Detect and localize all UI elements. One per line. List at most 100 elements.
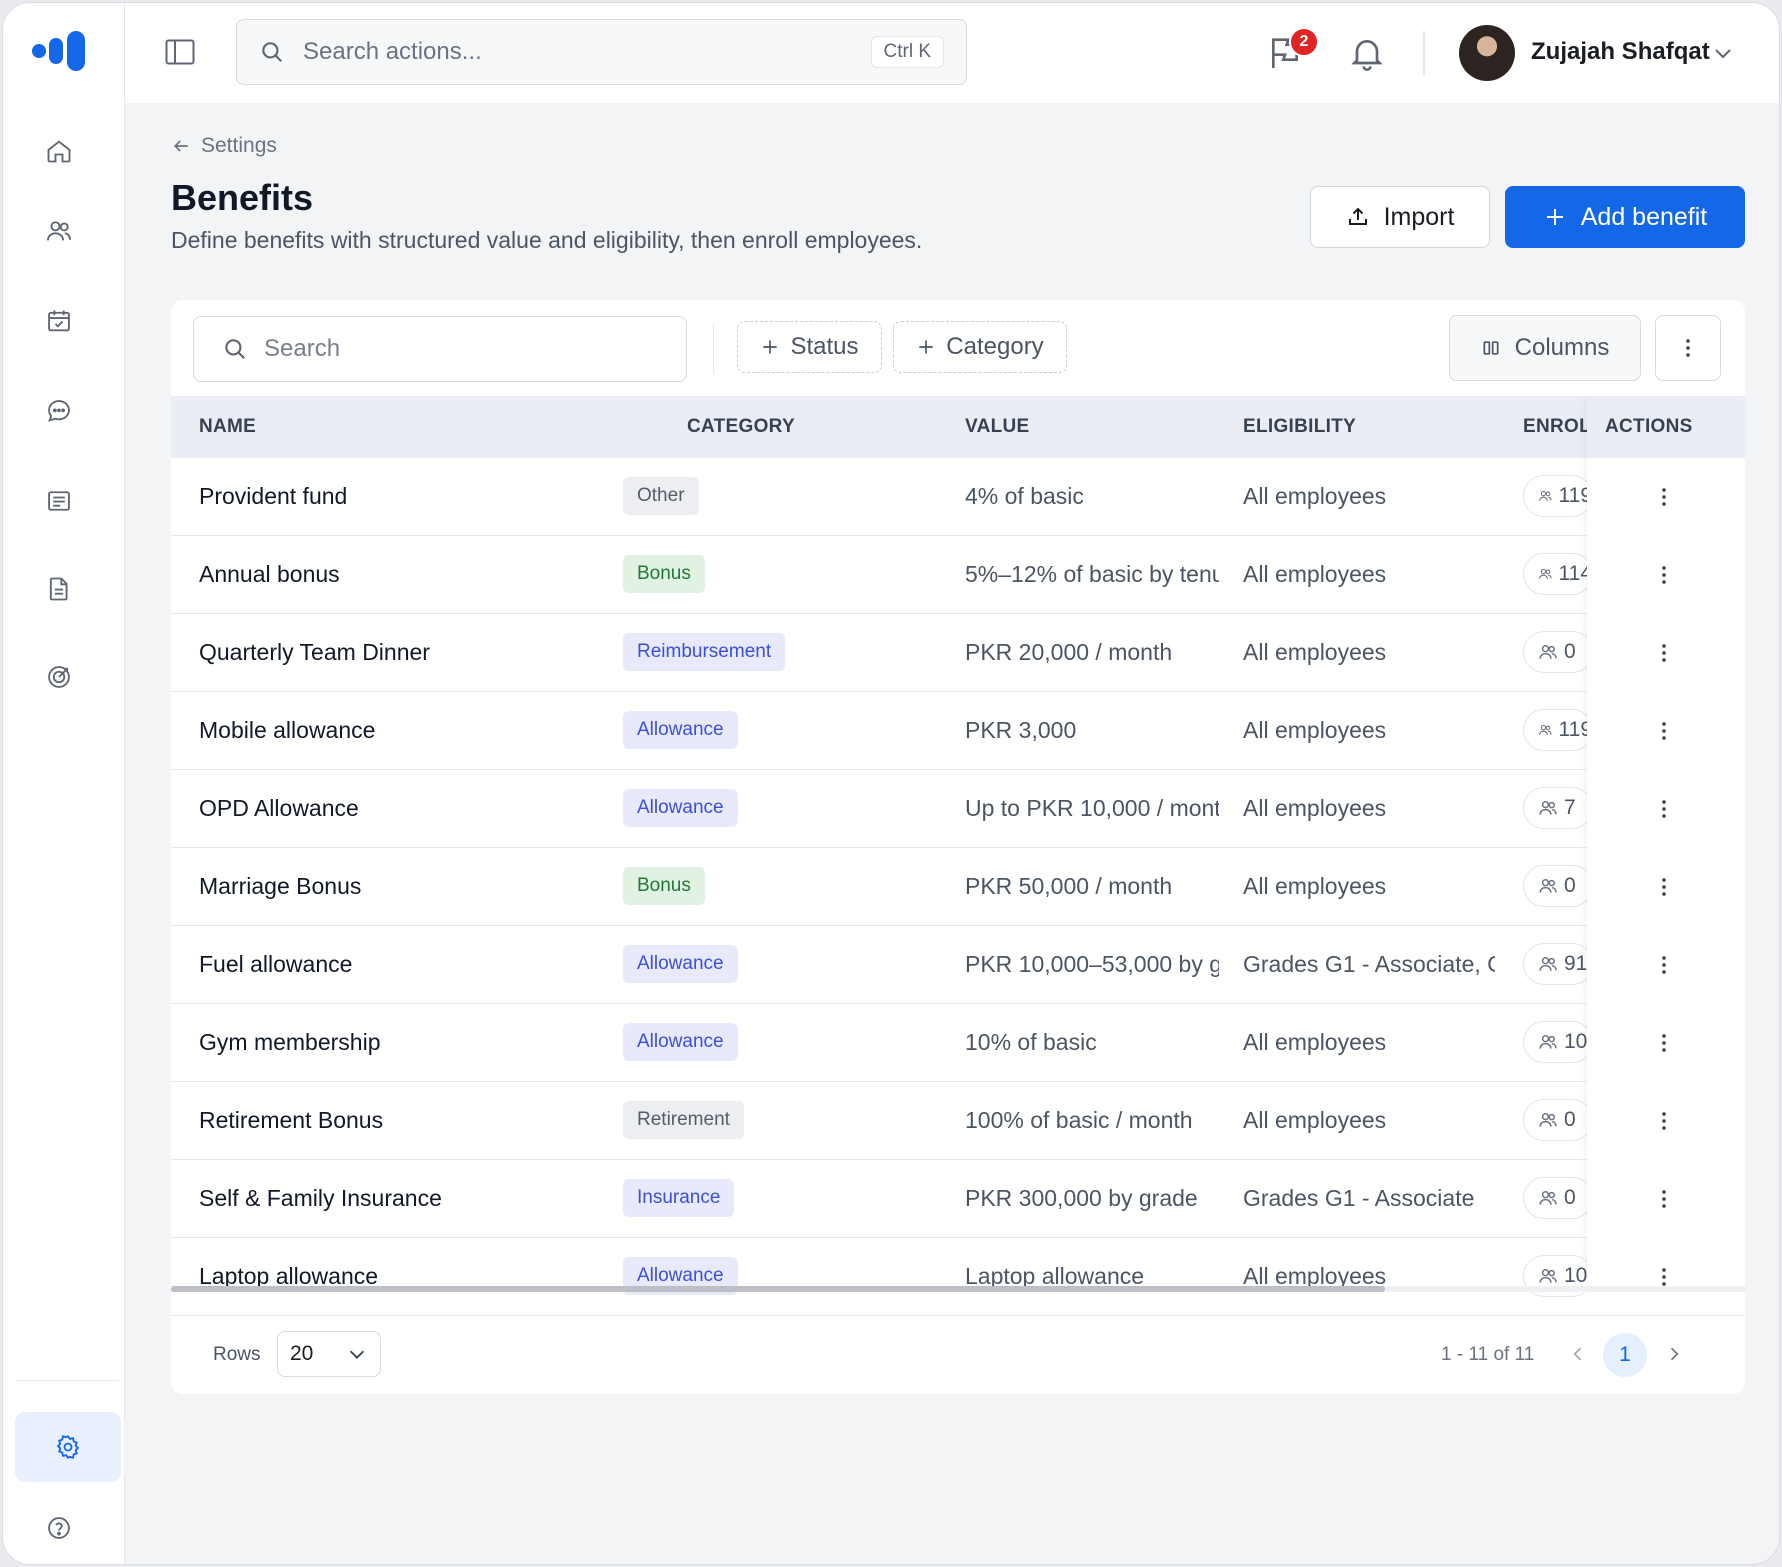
nav-chat[interactable]: [31, 383, 87, 439]
scrollbar-thumb[interactable]: [171, 1286, 1385, 1292]
nav-goals[interactable]: [31, 649, 87, 705]
current-page-button[interactable]: 1: [1603, 1333, 1647, 1377]
enrolled-count[interactable]: 0: [1523, 1099, 1593, 1141]
chevron-down-icon: [1715, 49, 1731, 59]
columns-button[interactable]: Columns: [1449, 315, 1641, 381]
benefit-value: 4% of basic: [965, 483, 1084, 509]
enrolled-count[interactable]: 119: [1523, 709, 1593, 751]
benefit-name[interactable]: Annual bonus: [199, 536, 659, 613]
benefit-name[interactable]: Provident fund: [199, 458, 659, 535]
rows-per-page-select[interactable]: 20: [277, 1331, 381, 1377]
more-vertical-icon: [1686, 339, 1690, 357]
table-row[interactable]: Provident fund Other 4% of basic All employ…: [171, 458, 1745, 536]
columns-label: Columns: [1514, 334, 1610, 361]
user-avatar[interactable]: [1459, 25, 1515, 81]
nav-people[interactable]: [31, 203, 87, 259]
benefit-name[interactable]: Retirement Bonus: [199, 1082, 659, 1159]
table-row[interactable]: Self & Family Insurance Insurance PKR 300,…: [171, 1160, 1745, 1238]
command-search-input[interactable]: Search actions... Ctrl K: [236, 19, 967, 85]
row-actions-button[interactable]: [1649, 1160, 1679, 1237]
category-filter-button[interactable]: Category: [893, 321, 1067, 373]
enrolled-count[interactable]: 114: [1523, 553, 1593, 595]
nav-calendar[interactable]: [31, 293, 87, 349]
people-icon: [1539, 1191, 1557, 1205]
user-menu-toggle[interactable]: [1711, 41, 1735, 65]
home-icon: [47, 140, 71, 163]
side-rail: [3, 3, 125, 1564]
enrolled-count[interactable]: 0: [1523, 865, 1593, 907]
add-benefit-button[interactable]: Add benefit: [1505, 186, 1745, 248]
table-row[interactable]: Quarterly Team Dinner Reimbursement PKR 20…: [171, 614, 1745, 692]
enrolled-count[interactable]: 0: [1523, 1177, 1593, 1219]
column-header-enrolled[interactable]: ENROLLED: [1523, 396, 1589, 458]
table-row[interactable]: Marriage Bonus Bonus PKR 50,000 / month All…: [171, 848, 1745, 926]
row-actions-button[interactable]: [1649, 1082, 1679, 1159]
nav-settings[interactable]: [15, 1412, 121, 1482]
benefit-name[interactable]: Mobile allowance: [199, 692, 659, 769]
previous-page-button[interactable]: [1563, 1339, 1593, 1369]
row-actions-button[interactable]: [1649, 692, 1679, 769]
benefit-name[interactable]: Quarterly Team Dinner: [199, 614, 659, 691]
row-actions-button[interactable]: [1649, 770, 1679, 847]
add-benefit-label: Add benefit: [1580, 202, 1708, 231]
table-more-button[interactable]: [1655, 315, 1721, 381]
column-header-value[interactable]: VALUE: [965, 396, 1185, 458]
column-header-eligibility[interactable]: ELIGIBILITY: [1243, 396, 1463, 458]
sidebar-toggle-button[interactable]: [163, 35, 197, 69]
nav-documents[interactable]: [31, 561, 87, 617]
status-filter-button[interactable]: Status: [737, 321, 882, 373]
page-title: Benefits: [171, 177, 314, 218]
enrolled-count[interactable]: 10: [1523, 1021, 1593, 1063]
app-logo[interactable]: [31, 29, 89, 73]
enrolled-count-value: 0: [1564, 640, 1576, 663]
row-actions-button[interactable]: [1649, 536, 1679, 613]
breadcrumb-back-link[interactable]: Settings: [171, 134, 277, 158]
enrolled-count[interactable]: 7: [1523, 787, 1593, 829]
table-row[interactable]: Gym membership Allowance 10% of basic All e…: [171, 1004, 1745, 1082]
column-header-name[interactable]: NAME: [199, 396, 599, 458]
enrolled-count[interactable]: 91: [1523, 943, 1593, 985]
benefit-eligibility: All employees: [1243, 639, 1387, 665]
enrolled-count[interactable]: 119: [1523, 475, 1593, 517]
benefit-name[interactable]: Gym membership: [199, 1004, 659, 1081]
column-header-category[interactable]: CATEGORY: [687, 396, 907, 458]
row-actions-button[interactable]: [1649, 458, 1679, 535]
table-row[interactable]: Laptop allowance Allowance Laptop allowanc…: [171, 1238, 1745, 1316]
benefit-eligibility: All employees: [1243, 717, 1387, 743]
nav-help[interactable]: [31, 1500, 87, 1556]
nav-list[interactable]: [31, 473, 87, 529]
benefit-name[interactable]: Marriage Bonus: [199, 848, 659, 925]
table-row[interactable]: Annual bonus Bonus 5%–12% of basic by tenu…: [171, 536, 1745, 614]
table-row[interactable]: Retirement Bonus Retirement 100% of basic …: [171, 1082, 1745, 1160]
benefit-name[interactable]: Fuel allowance: [199, 926, 659, 1003]
more-vertical-icon: [1662, 565, 1666, 584]
enrolled-count[interactable]: 0: [1523, 631, 1593, 673]
row-actions-button[interactable]: [1649, 1004, 1679, 1081]
row-actions-button[interactable]: [1649, 848, 1679, 925]
benefit-value: 100% of basic / month: [965, 1107, 1193, 1133]
table-row[interactable]: Mobile allowance Allowance PKR 3,000 All em…: [171, 692, 1745, 770]
benefit-value: PKR 10,000–53,000 by grade: [965, 951, 1219, 977]
next-page-button[interactable]: [1659, 1339, 1689, 1369]
chevron-left-icon: [1573, 1347, 1582, 1361]
enrolled-count-value: 0: [1564, 1186, 1576, 1209]
benefit-name[interactable]: Laptop allowance: [199, 1238, 659, 1315]
people-icon: [1539, 1035, 1557, 1049]
user-name[interactable]: Zujajah Shafqat: [1531, 38, 1710, 66]
benefit-value: PKR 50,000 / month: [965, 873, 1173, 899]
horizontal-scrollbar[interactable]: [171, 1286, 1745, 1292]
table-row[interactable]: OPD Allowance Allowance Up to PKR 10,000 /…: [171, 770, 1745, 848]
table-row[interactable]: Fuel allowance Allowance PKR 10,000–53,000…: [171, 926, 1745, 1004]
nav-home[interactable]: [31, 123, 87, 179]
more-vertical-icon: [1662, 955, 1666, 974]
category-badge: Other: [623, 477, 699, 515]
benefit-name[interactable]: OPD Allowance: [199, 770, 659, 847]
benefit-name[interactable]: Self & Family Insurance: [199, 1160, 659, 1237]
import-button[interactable]: Import: [1310, 186, 1490, 248]
notifications-button[interactable]: [1347, 33, 1387, 73]
row-actions-button[interactable]: [1649, 1238, 1679, 1315]
row-actions-button[interactable]: [1649, 614, 1679, 691]
row-actions-button[interactable]: [1649, 926, 1679, 1003]
more-vertical-icon: [1662, 1033, 1666, 1052]
table-search-input[interactable]: Search: [193, 316, 687, 382]
